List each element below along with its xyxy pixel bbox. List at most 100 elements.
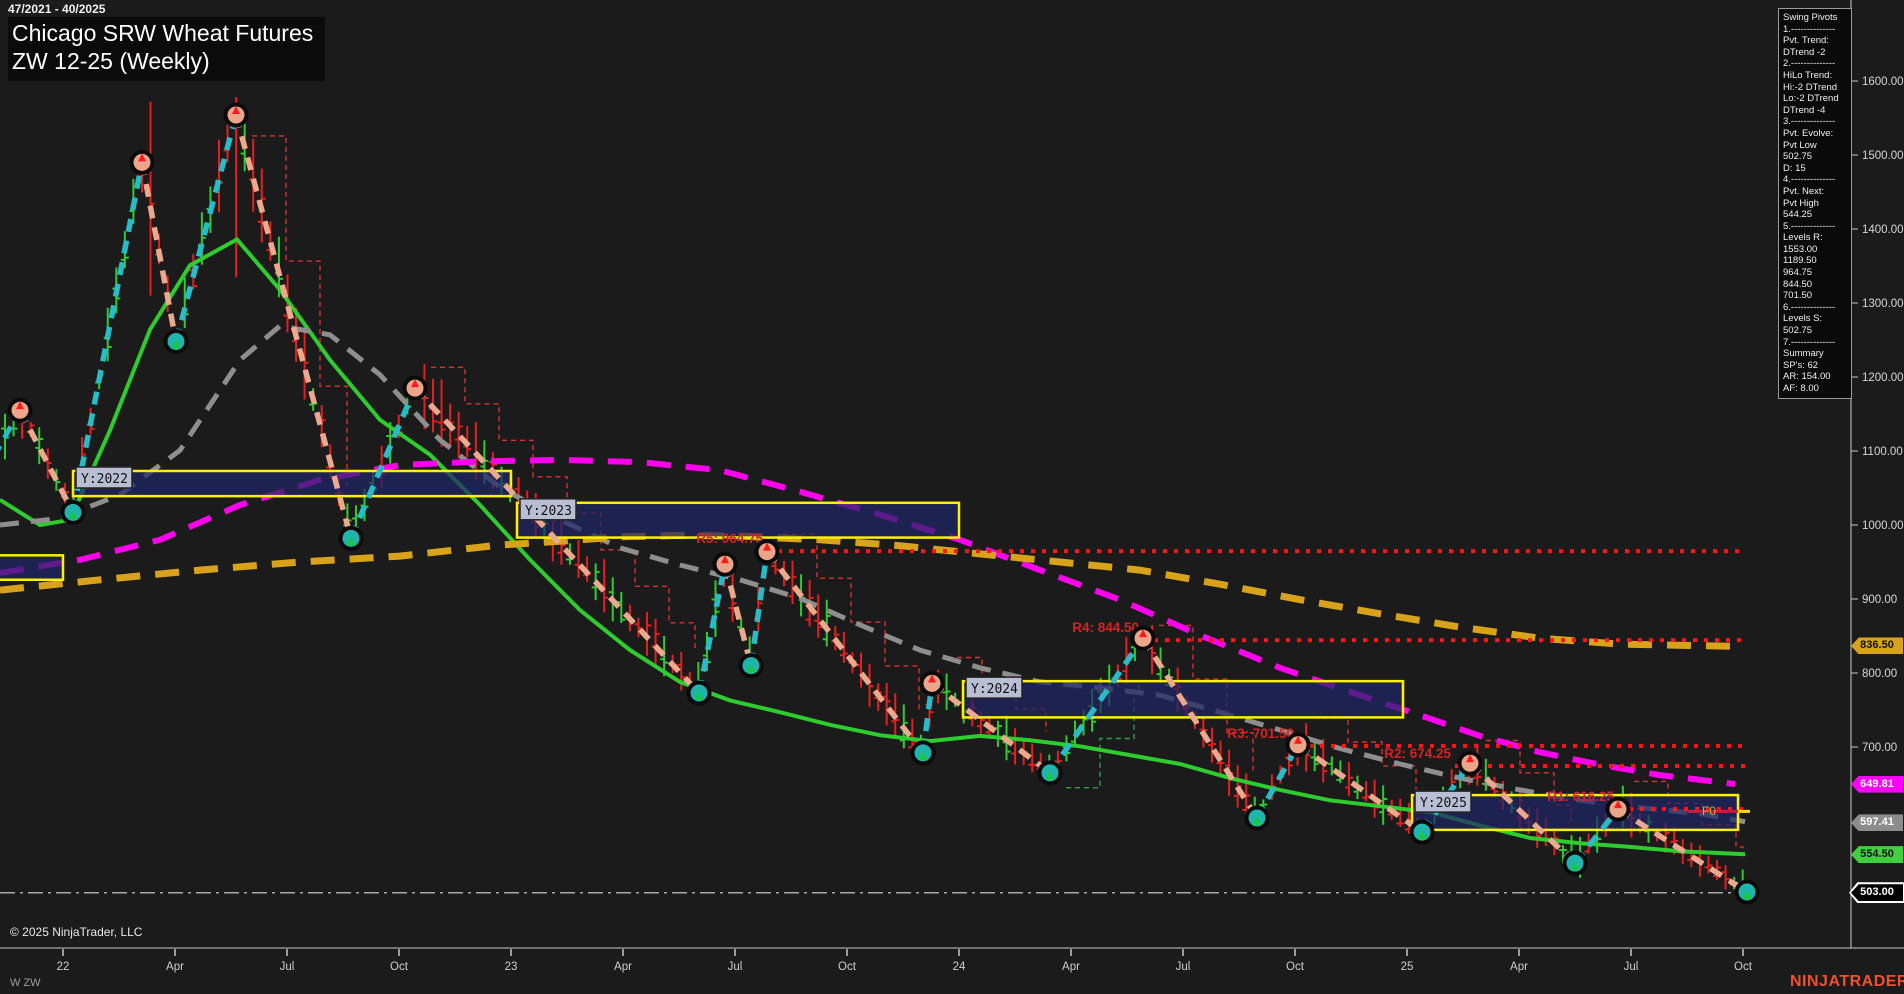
price-axis-label[interactable]: 1400.00 — [1862, 224, 1904, 236]
pivot-high-marker — [754, 539, 780, 565]
time-axis-label[interactable]: 22 — [57, 961, 70, 973]
swing-panel-line: 1553.00 — [1783, 243, 1818, 255]
pivot-low-marker — [1734, 879, 1760, 905]
price-axis-label[interactable]: 1500.00 — [1862, 150, 1904, 162]
time-axis-label[interactable]: Apr — [1062, 961, 1080, 973]
pivot-high-marker — [919, 670, 945, 696]
year-box-chip: Y:2022 — [75, 466, 133, 489]
time-axis-label[interactable]: Apr — [166, 961, 184, 973]
swing-panel-line: AF: 8.00 — [1783, 383, 1819, 394]
swing-panel-line: 1189.50 — [1783, 255, 1817, 267]
time-axis-label[interactable]: Jul — [1176, 961, 1191, 973]
swing-panel-line: 502.75 — [1783, 325, 1813, 337]
ninjatrader-chart-window: 47/2021 - 40/2025 Chicago SRW Wheat Futu… — [0, 0, 1904, 994]
swing-panel-line: Pvt Low — [1783, 139, 1817, 151]
zigzag-up-leg — [1254, 743, 1301, 820]
resistance-label: R5: 964.75 — [696, 531, 763, 546]
pivot-high-marker — [712, 551, 738, 577]
swing-panel-line: 6.-------------- — [1783, 301, 1836, 313]
swing-panel-line: 2.-------------- — [1783, 58, 1836, 70]
pivot-low-marker — [338, 525, 364, 551]
time-axis-label[interactable]: Oct — [390, 961, 409, 973]
time-axis-label[interactable]: Oct — [1734, 961, 1753, 973]
time-axis-label[interactable]: Jul — [728, 961, 743, 973]
instrument-label: W ZW — [10, 977, 41, 989]
time-axis-label[interactable]: 23 — [505, 961, 518, 973]
swing-panel-line: 701.50 — [1783, 290, 1813, 302]
svg-text:Y:2023: Y:2023 — [525, 504, 572, 519]
pivot-high-marker — [402, 375, 428, 401]
swing-panel-line: Pvt. Trend: — [1783, 35, 1829, 47]
pivot-low-marker — [910, 740, 936, 766]
swing-panel-line: Levels S: — [1783, 313, 1823, 325]
price-axis-label[interactable]: 800.00 — [1862, 668, 1897, 680]
time-axis-label[interactable]: Apr — [1510, 961, 1528, 973]
time-axis-label[interactable]: 24 — [953, 961, 966, 973]
price-axis-label[interactable]: 700.00 — [1862, 742, 1897, 754]
swing-panel-line: SP's: 62 — [1783, 359, 1819, 371]
swing-panel-line: HiLo Trend: — [1783, 69, 1833, 81]
pivot-low-marker — [1037, 760, 1063, 786]
swing-panel-line: 3.-------------- — [1783, 116, 1836, 128]
price-axis-label[interactable]: 1300.00 — [1862, 298, 1904, 310]
pivot-low-marker — [686, 680, 712, 706]
time-axis-label[interactable]: Jul — [280, 961, 295, 973]
swing-panel-line: 4.-------------- — [1783, 174, 1836, 186]
swing-panel-line: Swing Pivots — [1783, 12, 1838, 23]
swing-panel-line: D: 15 — [1783, 162, 1806, 174]
svg-text:Y:2025: Y:2025 — [1420, 796, 1467, 811]
price-axis-label[interactable]: 1200.00 — [1862, 372, 1904, 384]
year-box — [0, 554, 65, 582]
swing-panel-line: 964.75 — [1783, 267, 1813, 279]
swing-panel-line: Levels R: — [1783, 232, 1823, 244]
price-axis-label[interactable]: 1600.00 — [1862, 76, 1904, 88]
f0-label: F0 — [1702, 804, 1716, 818]
year-box-chip: Y:2024 — [965, 676, 1023, 699]
swing-panel-line: Pvt High — [1783, 197, 1819, 209]
swing-panel-line: 5.-------------- — [1783, 220, 1836, 232]
year-box-chip: Y:2025 — [1414, 790, 1472, 813]
swing-panel-line: Lo:-2 DTrend — [1783, 93, 1839, 105]
zigzag-down-leg — [412, 386, 702, 695]
time-axis-label[interactable]: Jul — [1624, 961, 1639, 973]
pivot-high-marker — [1285, 732, 1311, 758]
resistance-label: R1: 616.25 — [1547, 789, 1614, 804]
pivot-high-marker — [129, 149, 155, 175]
time-axis-label[interactable]: 25 — [1401, 961, 1414, 973]
ma-mid-gray — [0, 323, 1746, 825]
resistance-label: R3: 701.50 — [1227, 726, 1294, 741]
time-axis-label[interactable]: Apr — [614, 961, 632, 973]
swing-panel-line: DTrend -2 — [1783, 46, 1826, 58]
svg-text:Y:2022: Y:2022 — [81, 472, 128, 487]
pivot-low-marker — [1562, 850, 1588, 876]
pivot-low-marker — [1244, 805, 1270, 831]
swing-pivots-panel: Swing Pivots 1.-------------- Pvt. Trend: D… — [1778, 8, 1852, 399]
time-axis-label[interactable]: Oct — [1286, 961, 1305, 973]
price-axis-label[interactable]: 900.00 — [1862, 594, 1897, 606]
time-axis-label[interactable]: Oct — [838, 961, 857, 973]
zigzag-up-leg — [348, 387, 418, 540]
chart-canvas[interactable]: R5: 964.75 R4: 844.50 R3: 701.50 R2: 674.25… — [0, 0, 1904, 994]
swing-panel-line: 502.75 — [1783, 151, 1813, 163]
pivot-high-marker — [223, 102, 249, 128]
swing-panel-line: 1.-------------- — [1783, 23, 1836, 35]
pivot-low-marker — [738, 653, 764, 679]
year-box-chip: Y:2023 — [519, 498, 577, 521]
swing-panel-line: Pvt. Evolve: — [1783, 127, 1834, 139]
resistance-label: R2: 674.25 — [1384, 746, 1451, 761]
price-axis-label[interactable]: 1000.00 — [1862, 520, 1904, 532]
swing-panel-line: Hi:-2 DTrend — [1783, 81, 1838, 93]
price-axis-label[interactable]: 1100.00 — [1862, 446, 1903, 458]
ninjatrader-logo: NINJATRADER — [1790, 973, 1904, 990]
swing-panel-line: AR: 154.00 — [1783, 371, 1831, 383]
pivot-low-marker — [1409, 819, 1435, 845]
swing-panel-line: DTrend -4 — [1783, 104, 1826, 116]
swing-panel-line: 544.25 — [1783, 209, 1813, 221]
svg-text:Y:2024: Y:2024 — [971, 682, 1018, 697]
zigzag-down-leg — [764, 549, 926, 755]
year-box — [71, 469, 513, 498]
swing-panel-line: 844.50 — [1783, 278, 1813, 290]
pivot-high-marker — [1605, 796, 1631, 822]
resistance-label: R4: 844.50 — [1072, 620, 1139, 635]
zigzag-up-leg — [70, 161, 145, 513]
